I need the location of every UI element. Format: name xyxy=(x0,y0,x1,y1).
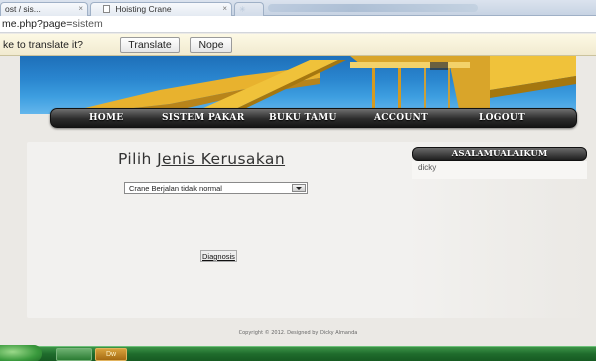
translate-button[interactable]: Translate xyxy=(120,37,180,53)
main-nav: HOME SISTEM PAKAR BUKU TAMU ACCOUNT LOGO… xyxy=(50,108,577,128)
address-bar[interactable]: me.php?page=sistem xyxy=(0,16,596,33)
blurred-tabs xyxy=(268,4,478,12)
start-button[interactable] xyxy=(0,345,42,361)
crane-banner-image xyxy=(20,56,576,114)
nav-home[interactable]: HOME xyxy=(89,113,123,123)
translate-bar: ke to translate it? Translate Nope xyxy=(0,34,596,56)
nav-logout[interactable]: LOGOUT xyxy=(479,113,525,123)
diagnose-button[interactable]: Diagnosis xyxy=(200,250,237,262)
nav-account[interactable]: ACCOUNT xyxy=(374,113,428,123)
nope-button[interactable]: Nope xyxy=(190,37,232,53)
translate-question: ke to translate it? xyxy=(3,39,83,51)
page-icon xyxy=(103,5,110,13)
username-label: dicky xyxy=(418,163,437,172)
browser-tab-1[interactable]: ost / sis... × xyxy=(0,2,88,16)
tab-label: Hoisting Crane xyxy=(115,4,172,14)
new-tab-icon: ✳ xyxy=(239,5,246,14)
url-host: me.php?page= xyxy=(2,18,73,30)
os-taskbar: Dw xyxy=(0,345,596,361)
page-body: HOME SISTEM PAKAR BUKU TAMU ACCOUNT LOGO… xyxy=(0,56,596,346)
close-icon[interactable]: × xyxy=(78,4,83,13)
new-tab-button[interactable]: ✳ xyxy=(234,2,264,16)
title-prefix: Pilih xyxy=(118,150,158,168)
greeting-header: ASALAMUALAIKUM xyxy=(412,147,587,161)
nav-buku-tamu[interactable]: BUKU TAMU xyxy=(269,113,337,123)
tab-label: ost / sis... xyxy=(5,4,41,14)
crane-illustration xyxy=(60,56,576,114)
chevron-down-icon[interactable] xyxy=(292,184,306,192)
damage-type-select[interactable]: Crane Berjalan tidak normal xyxy=(124,182,308,194)
close-icon[interactable]: × xyxy=(222,4,227,13)
nav-sistem-pakar[interactable]: SISTEM PAKAR xyxy=(162,113,244,123)
page-title: Pilih Jenis Kerusakan xyxy=(118,150,285,168)
title-underlined: Jenis Kerusakan xyxy=(157,150,286,168)
copyright-footer: Copyright © 2012. Designed by Dicky Alma… xyxy=(238,330,358,336)
url-query: sistem xyxy=(72,18,103,30)
browser-tab-hoisting-crane[interactable]: Hoisting Crane × xyxy=(90,2,232,16)
taskbar-app-explorer[interactable] xyxy=(56,348,92,361)
taskbar-app-dreamweaver[interactable]: Dw xyxy=(95,348,127,361)
url-text: me.php?page=sistem xyxy=(2,18,103,30)
browser-tab-strip: ost / sis... × Hoisting Crane × ✳ xyxy=(0,0,596,16)
selected-option: Crane Berjalan tidak normal xyxy=(129,184,222,193)
user-panel xyxy=(412,161,587,179)
